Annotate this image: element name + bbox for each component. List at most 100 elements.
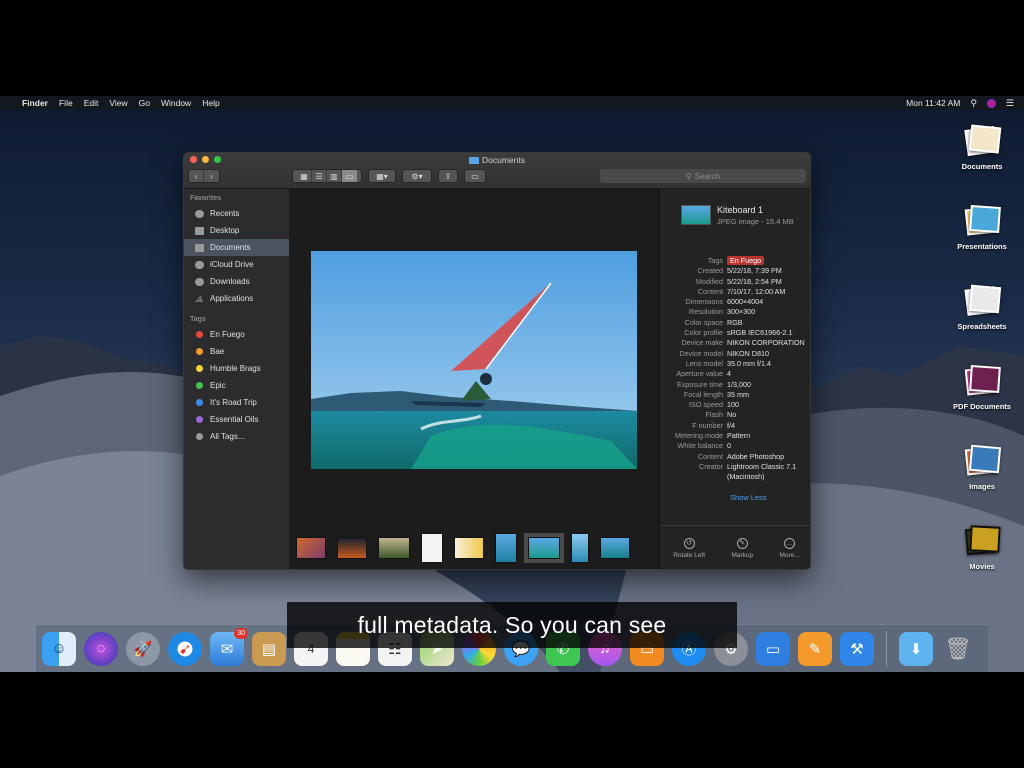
sidebar-tag-road-trip[interactable]: It's Road Trip: [184, 394, 289, 411]
download-icon: ⬇: [909, 640, 923, 658]
menu-window[interactable]: Window: [161, 98, 191, 108]
search-field[interactable]: ⚲ Search: [600, 169, 806, 183]
desktop-stack-spreadsheets[interactable]: Spreadsheets: [947, 282, 1017, 331]
clock[interactable]: Mon 11:42 AM: [906, 98, 960, 108]
dock-keynote[interactable]: ▭: [756, 631, 790, 666]
menu-help[interactable]: Help: [202, 98, 219, 108]
metadata-value-text: 1/3,000: [727, 379, 751, 389]
dock-launchpad[interactable]: 🚀: [126, 631, 160, 666]
siri-icon[interactable]: [986, 98, 996, 108]
back-button[interactable]: ‹: [189, 170, 204, 182]
icon-view-button[interactable]: ▦: [297, 170, 312, 182]
dock-xcode[interactable]: ⚒: [840, 631, 874, 666]
thumbnail[interactable]: [296, 537, 326, 559]
metadata-row: Resolution 300×300: [660, 307, 810, 317]
sidebar-item-desktop[interactable]: Desktop: [184, 222, 289, 239]
thumbnail[interactable]: [454, 537, 484, 559]
column-view-button[interactable]: ▥: [327, 170, 342, 182]
desktop-stack-presentations[interactable]: Presentations: [947, 202, 1017, 251]
desktop-stack-movies[interactable]: Movies: [947, 522, 1017, 571]
sidebar-item-documents[interactable]: Documents: [184, 239, 289, 256]
dock-safari[interactable]: ➹: [168, 631, 202, 666]
share-icon: ⇪: [444, 171, 452, 181]
window-title: Documents: [184, 155, 810, 165]
sidebar-all-tags[interactable]: All Tags...: [184, 428, 289, 445]
thumbnail-selected[interactable]: [524, 533, 564, 563]
metadata-value-text: 5/22/18, 7:39 PM: [727, 266, 782, 276]
sidebar-tag-bae[interactable]: Bae: [184, 343, 289, 360]
metadata-key: Color profile: [684, 328, 723, 338]
tag-dot-gray: [196, 433, 203, 440]
metadata-row: Lens model 35.0 mm f/1.4: [660, 359, 810, 369]
video-caption: full metadata. So you can see: [287, 602, 737, 648]
menu-go[interactable]: Go: [139, 98, 150, 108]
gallery-view: [289, 189, 659, 569]
metadata-row: Creator Lightroom Classic 7.1 (Macintosh): [660, 461, 810, 483]
dock-pages[interactable]: ✎: [798, 631, 832, 666]
siri-icon: ◌: [96, 640, 106, 657]
gallery-view-button[interactable]: ▭: [342, 170, 357, 182]
metadata-key: Dimensions: [685, 297, 723, 307]
more-button[interactable]: … More...: [780, 538, 800, 559]
thumbnail[interactable]: [337, 537, 367, 559]
thumbnail[interactable]: [571, 533, 589, 563]
rocket-icon: 🚀: [133, 640, 153, 658]
metadata-value: f/4: [727, 421, 807, 431]
tag-dot-purple: [196, 416, 203, 423]
group-button[interactable]: ▦▾: [368, 169, 396, 183]
metadata-key: ISO speed: [689, 400, 723, 410]
sidebar-tag-en-fuego[interactable]: En Fuego: [184, 326, 289, 343]
action-button[interactable]: ⚙▾: [402, 169, 432, 183]
notification-center-icon[interactable]: ☰: [1006, 98, 1014, 109]
images-stack-icon: [962, 442, 1002, 478]
thumbnail[interactable]: [495, 533, 517, 563]
sidebar-item-downloads[interactable]: Downloads: [184, 273, 289, 290]
menu-edit[interactable]: Edit: [84, 98, 99, 108]
file-kind-size: JPEG image - 15.4 MB: [717, 217, 794, 226]
rotate-left-button[interactable]: ↺ Rotate Left: [673, 538, 705, 559]
dock-trash[interactable]: 🗑: [941, 632, 975, 666]
metadata-value: 0: [727, 441, 807, 451]
sidebar-tag-epic[interactable]: Epic: [184, 377, 289, 394]
dock-finder[interactable]: ☺: [42, 631, 76, 666]
dock-contacts[interactable]: ▤: [252, 631, 286, 666]
metadata-row: Color space RGB: [660, 318, 810, 328]
list-view-button[interactable]: ☰: [312, 170, 327, 182]
metadata-key: Tags: [707, 256, 723, 265]
dock-downloads-folder[interactable]: ⬇: [899, 631, 933, 666]
show-less-link[interactable]: Show Less: [730, 493, 767, 502]
share-button[interactable]: ⇪: [438, 169, 458, 183]
menu-app-finder[interactable]: Finder: [22, 98, 48, 108]
sidebar-tag-humble-brags[interactable]: Humble Brags: [184, 360, 289, 377]
metadata-key: Focal length: [683, 389, 723, 399]
sidebar-item-icloud-drive[interactable]: iCloud Drive: [184, 256, 289, 273]
desktop-stack-images[interactable]: Images: [947, 442, 1017, 491]
metadata-value-text: NIKON CORPORATION: [727, 338, 805, 348]
metadata-key: Device model: [679, 348, 723, 358]
desktop-stack-pdf-documents[interactable]: PDF Documents: [947, 362, 1017, 411]
dock-siri[interactable]: ◌: [84, 631, 118, 666]
metadata-key: Creator: [699, 461, 723, 471]
markup-button[interactable]: ✎ Markup: [731, 538, 753, 559]
sidebar-tag-essential-oils[interactable]: Essential Oils: [184, 411, 289, 428]
desktop-icon: [195, 226, 204, 235]
metadata-value: Pattern: [727, 431, 807, 441]
desktop-stack-documents[interactable]: Documents: [947, 122, 1017, 171]
xcode-icon: ⚒: [850, 640, 864, 658]
dock-mail[interactable]: ✉ 30: [210, 627, 248, 666]
forward-button[interactable]: ›: [204, 170, 219, 182]
menu-view[interactable]: View: [109, 98, 127, 108]
thumbnail[interactable]: [421, 533, 443, 563]
spotlight-icon[interactable]: ⚲: [970, 98, 977, 109]
preview-image[interactable]: [311, 251, 637, 469]
menu-file[interactable]: File: [59, 98, 73, 108]
sidebar-item-applications[interactable]: ⟁ Applications: [184, 290, 289, 307]
contacts-icon: ▤: [261, 640, 277, 658]
documents-stack-icon: [962, 122, 1002, 158]
tags-button[interactable]: ▭: [464, 169, 486, 183]
thumbnail[interactable]: [600, 537, 630, 559]
thumbnail[interactable]: [378, 537, 410, 559]
mail-badge: 30: [234, 627, 248, 639]
metadata-key: Modified: [695, 276, 723, 286]
sidebar-item-recents[interactable]: Recents: [184, 205, 289, 222]
